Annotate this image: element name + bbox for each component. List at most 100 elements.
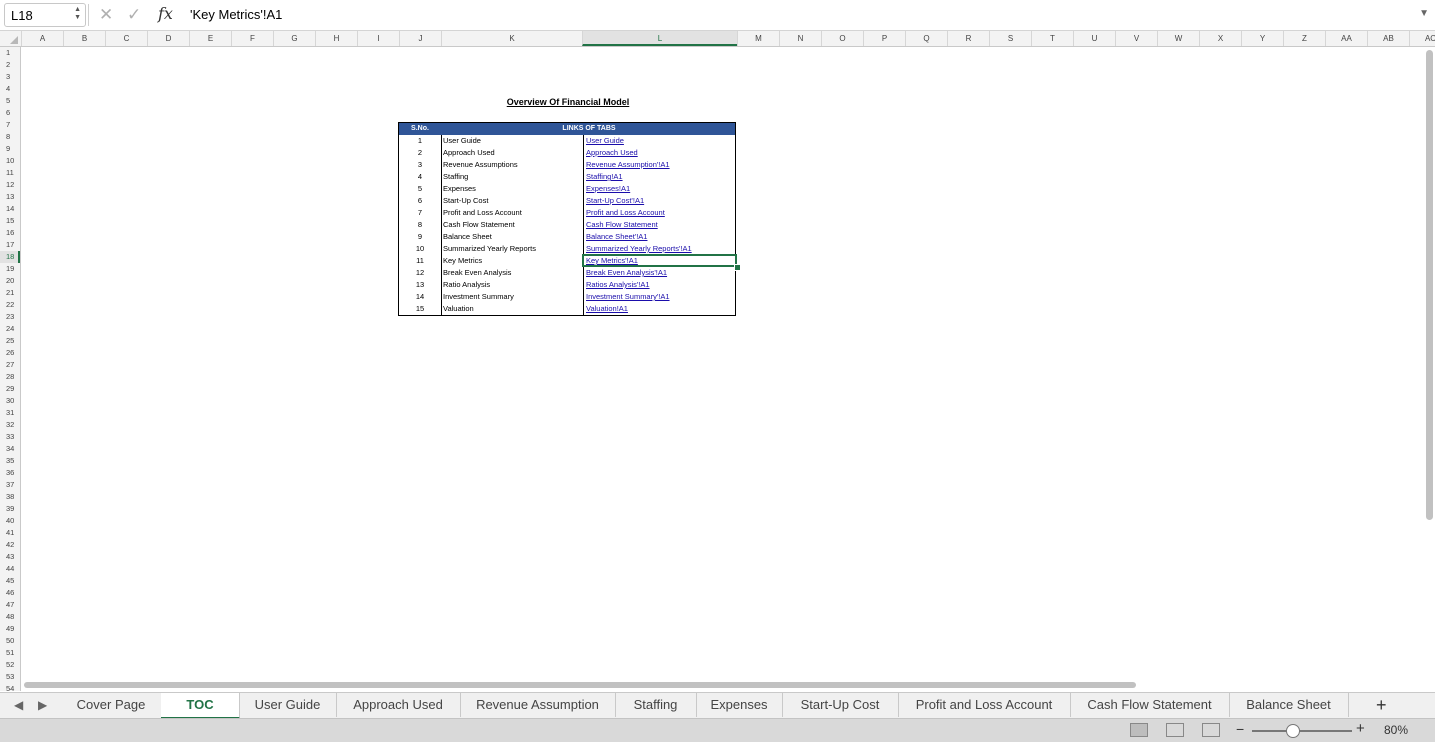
add-sheet-button[interactable]: + [1376,695,1387,716]
column-header-g[interactable]: G [273,31,315,46]
row-header[interactable]: 12 [0,179,20,191]
row-header[interactable]: 45 [0,575,20,587]
row-header[interactable]: 50 [0,635,20,647]
selected-cell[interactable] [582,254,737,267]
column-header-u[interactable]: U [1073,31,1115,46]
column-header-t[interactable]: T [1031,31,1073,46]
row-header[interactable]: 18 [0,251,20,263]
horizontal-scrollbar[interactable] [24,682,1136,688]
row-header[interactable]: 30 [0,395,20,407]
column-header-l[interactable]: L [582,31,737,46]
name-box[interactable]: L18 ▲ ▼ [4,3,86,27]
row-header[interactable]: 5 [0,95,20,107]
sheet-tab-cash-flow-statement[interactable]: Cash Flow Statement [1070,693,1230,717]
column-header-p[interactable]: P [863,31,905,46]
row-header[interactable]: 13 [0,191,20,203]
column-header-d[interactable]: D [147,31,189,46]
column-header-h[interactable]: H [315,31,357,46]
row-header[interactable]: 38 [0,491,20,503]
sheet-tab-revenue-assumption[interactable]: Revenue Assumption [460,693,616,717]
column-header-ac[interactable]: AC [1409,31,1435,46]
row-header[interactable]: 35 [0,455,20,467]
column-header-o[interactable]: O [821,31,863,46]
row-header[interactable]: 19 [0,263,20,275]
column-header-r[interactable]: R [947,31,989,46]
row-header[interactable]: 10 [0,155,20,167]
formula-input[interactable]: 'Key Metrics'!A1 [190,7,282,22]
column-header-x[interactable]: X [1199,31,1241,46]
row-header[interactable]: 31 [0,407,20,419]
row-header[interactable]: 33 [0,431,20,443]
tab-link[interactable]: Start-Up Cost'!A1 [583,195,735,207]
row-header[interactable]: 46 [0,587,20,599]
sheet-tab-start-up-cost[interactable]: Start-Up Cost [782,693,899,717]
fill-handle[interactable] [734,264,741,271]
sheet-tab-staffing[interactable]: Staffing [615,693,697,717]
chevron-right-icon[interactable]: ▶ [38,698,47,712]
column-header-aa[interactable]: AA [1325,31,1367,46]
column-header-q[interactable]: Q [905,31,947,46]
column-header-k[interactable]: K [441,31,582,46]
row-header[interactable]: 49 [0,623,20,635]
row-header[interactable]: 54 [0,683,20,691]
row-header[interactable]: 17 [0,239,20,251]
column-header-m[interactable]: M [737,31,779,46]
row-header[interactable]: 14 [0,203,20,215]
row-header[interactable]: 37 [0,479,20,491]
row-header[interactable]: 9 [0,143,20,155]
tab-link[interactable]: Approach Used [583,147,735,159]
tab-link[interactable]: Balance Sheet'!A1 [583,231,735,243]
page-break-view-icon[interactable] [1202,723,1220,737]
row-header[interactable]: 20 [0,275,20,287]
row-header[interactable]: 47 [0,599,20,611]
tab-link[interactable]: Cash Flow Statement [583,219,735,231]
select-all-corner[interactable] [0,31,20,46]
row-header[interactable]: 42 [0,539,20,551]
row-header[interactable]: 34 [0,443,20,455]
tab-link[interactable]: Staffing!A1 [583,171,735,183]
row-header[interactable]: 15 [0,215,20,227]
row-header[interactable]: 25 [0,335,20,347]
tab-link[interactable]: Valuation!A1 [583,303,735,315]
sheet-tab-balance-sheet[interactable]: Balance Sheet [1229,693,1349,717]
function-icon[interactable]: fx [158,4,173,23]
row-header[interactable]: 53 [0,671,20,683]
row-header[interactable]: 28 [0,371,20,383]
row-header[interactable]: 16 [0,227,20,239]
row-header[interactable]: 4 [0,83,20,95]
column-header-i[interactable]: I [357,31,399,46]
chevron-left-icon[interactable]: ◀ [14,698,23,712]
name-box-stepper-icon[interactable]: ▲ ▼ [74,6,81,22]
row-header[interactable]: 44 [0,563,20,575]
row-header[interactable]: 22 [0,299,20,311]
column-header-e[interactable]: E [189,31,231,46]
normal-view-icon[interactable] [1130,723,1148,737]
zoom-out-button[interactable]: − [1236,721,1244,737]
row-header[interactable]: 7 [0,119,20,131]
row-header[interactable]: 8 [0,131,20,143]
tab-link[interactable]: Break Even Analysis'!A1 [583,267,735,279]
row-header[interactable]: 24 [0,323,20,335]
sheet-tab-expenses[interactable]: Expenses [696,693,783,717]
vertical-scrollbar[interactable] [1426,50,1433,520]
row-header[interactable]: 36 [0,467,20,479]
column-header-y[interactable]: Y [1241,31,1283,46]
sheet-tab-user-guide[interactable]: User Guide [239,693,337,717]
zoom-in-button[interactable]: + [1356,720,1365,737]
tab-link[interactable]: Profit and Loss Account [583,207,735,219]
column-header-w[interactable]: W [1157,31,1199,46]
row-header[interactable]: 23 [0,311,20,323]
column-header-f[interactable]: F [231,31,273,46]
row-header[interactable]: 32 [0,419,20,431]
tab-link[interactable]: Expenses!A1 [583,183,735,195]
tab-link[interactable]: Investment Summary'!A1 [583,291,735,303]
row-header[interactable]: 52 [0,659,20,671]
row-header[interactable]: 43 [0,551,20,563]
row-header[interactable]: 39 [0,503,20,515]
row-header[interactable]: 11 [0,167,20,179]
row-header[interactable]: 3 [0,71,20,83]
row-header[interactable]: 26 [0,347,20,359]
column-header-ab[interactable]: AB [1367,31,1409,46]
zoom-slider[interactable] [1252,730,1352,732]
row-header[interactable]: 51 [0,647,20,659]
